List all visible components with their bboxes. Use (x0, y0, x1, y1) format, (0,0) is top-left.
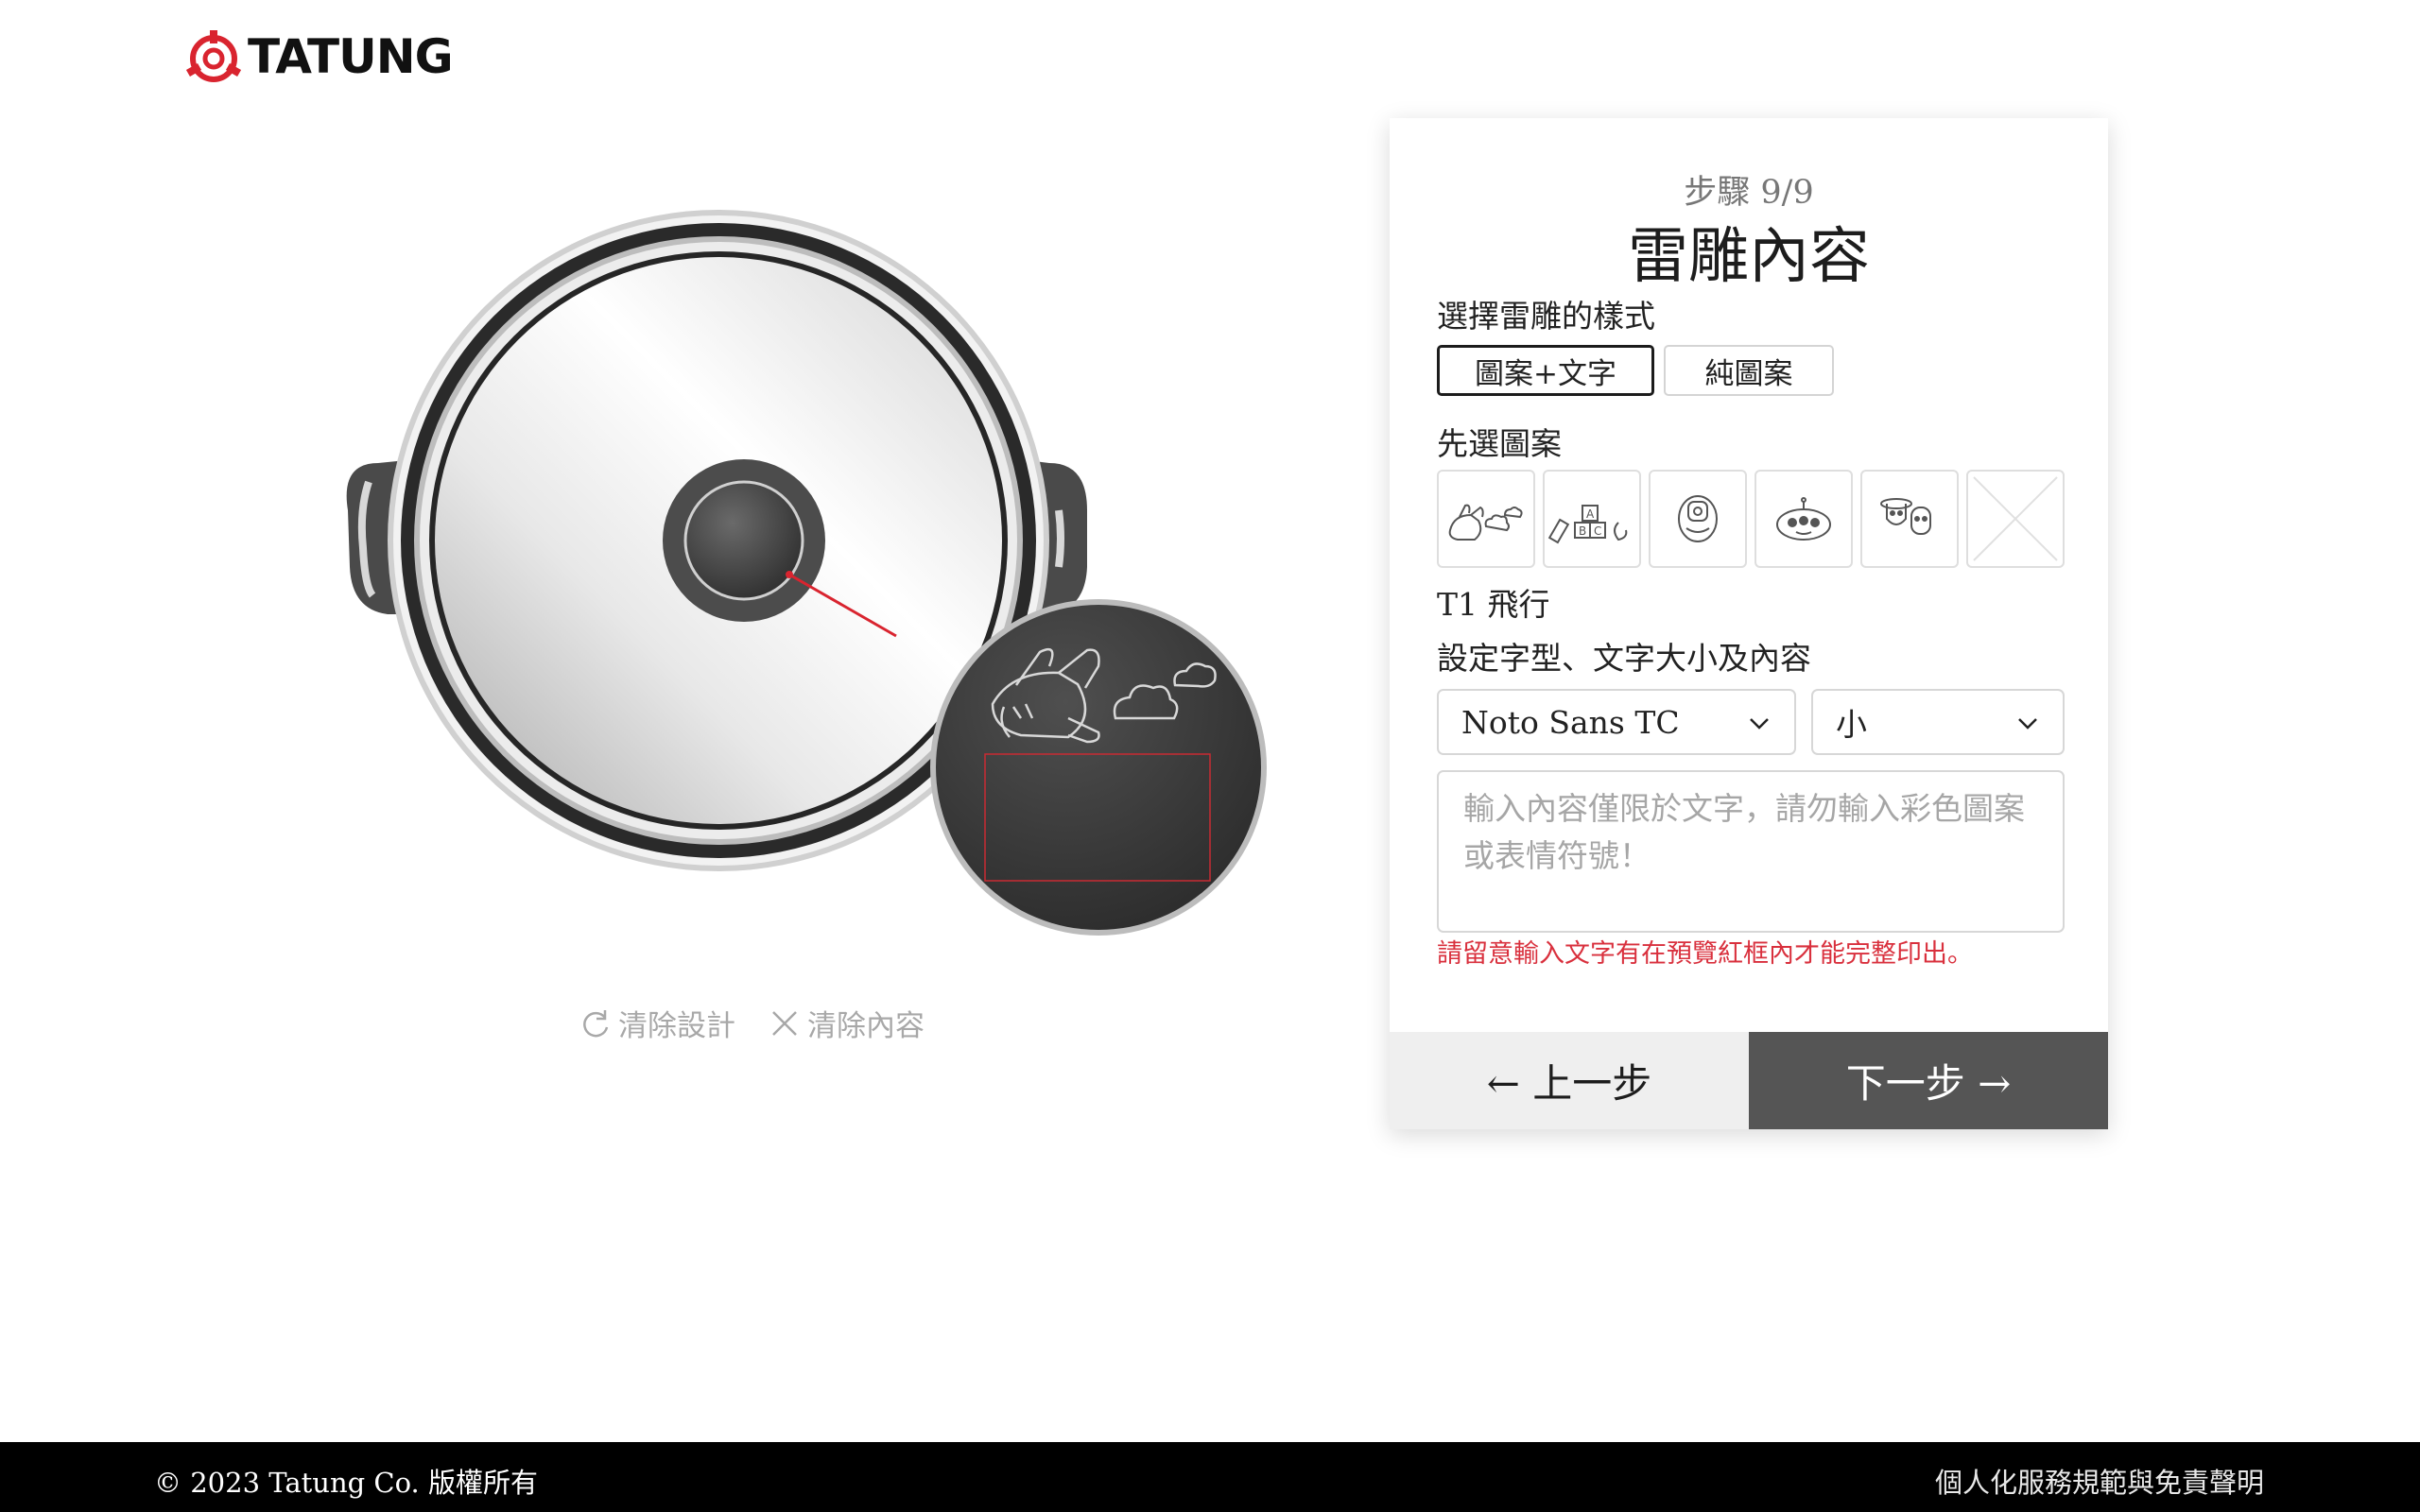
pattern-list: A B C (1437, 470, 2065, 568)
font-size-select[interactable]: 小 (1811, 689, 2065, 755)
close-icon (772, 1010, 797, 1036)
pattern-option-alien[interactable] (1754, 470, 1853, 568)
no-pattern-icon (1973, 476, 2058, 561)
pattern-option-toy-characters[interactable] (1860, 470, 1959, 568)
font-size-select-value: 小 (1836, 706, 1867, 743)
pattern-option-none[interactable] (1966, 470, 2065, 568)
alien-icon (1776, 497, 1831, 541)
pattern-option-helmet[interactable] (1649, 470, 1747, 568)
engraving-text-input[interactable] (1437, 770, 2065, 933)
chevron-down-icon (1750, 718, 1769, 730)
clear-content-label: 清除內容 (807, 1009, 925, 1043)
next-step-button[interactable]: 下一步 → (1749, 1032, 2108, 1129)
font-select[interactable]: Noto Sans TC (1437, 689, 1796, 755)
style-section-label: 選擇雷雕的樣式 (1437, 298, 1655, 335)
tatung-logo[interactable]: TATUNG (185, 28, 454, 85)
clear-design-label: 清除設計 (618, 1009, 735, 1043)
engraving-panel: 步驟 9/9 雷雕內容 選擇雷雕的樣式 圖案+文字 純圖案 先選圖案 A B C (1390, 118, 2108, 1129)
font-select-value: Noto Sans TC (1461, 703, 1680, 741)
brand-name: TATUNG (248, 29, 454, 84)
svg-text:C: C (1594, 524, 1601, 538)
text-section-label: 設定字型、文字大小及內容 (1437, 640, 1811, 677)
step-indicator: 步驟 9/9 (1684, 174, 1814, 212)
svg-text:A: A (1586, 507, 1595, 521)
chevron-down-icon (2018, 718, 2037, 730)
clear-content-button[interactable]: 清除內容 (768, 1002, 925, 1044)
footer: © 2023 Tatung Co. 版權所有 個人化服務規範與免責聲明 (0, 1442, 2420, 1512)
product-preview (331, 189, 1323, 945)
tatung-logo-mark-icon (185, 30, 242, 82)
disclaimer-link[interactable]: 個人化服務規範與免責聲明 (1935, 1461, 2264, 1501)
helmet-icon (1678, 495, 1718, 542)
abc-blocks-icon: A B C (1547, 505, 1628, 544)
pattern-section-label: 先選圖案 (1437, 425, 1562, 462)
pot-illustration (346, 210, 1267, 936)
pattern-option-abc-blocks[interactable]: A B C (1543, 470, 1641, 568)
preview-actions: 清除設計 清除內容 (579, 1002, 925, 1044)
style-option-pattern-only[interactable]: 純圖案 (1664, 345, 1834, 396)
page-title: 雷雕內容 (1628, 222, 1870, 292)
pattern-option-airplane[interactable] (1437, 470, 1535, 568)
print-area-warning: 請留意輸入文字有在預覽紅框內才能完整印出。 (1437, 939, 1973, 969)
copyright-text: © 2023 Tatung Co. 版權所有 (154, 1467, 538, 1499)
previous-step-button[interactable]: ← 上一步 (1390, 1032, 1749, 1129)
clear-design-button[interactable]: 清除設計 (579, 1002, 735, 1044)
airplane-clouds-icon (1448, 504, 1523, 541)
style-option-pattern-text[interactable]: 圖案+文字 (1437, 345, 1654, 396)
selected-pattern-name: T1 飛行 (1437, 586, 1550, 623)
svg-text:B: B (1579, 524, 1586, 538)
refresh-icon (583, 1009, 609, 1037)
toy-characters-icon (1880, 498, 1931, 535)
